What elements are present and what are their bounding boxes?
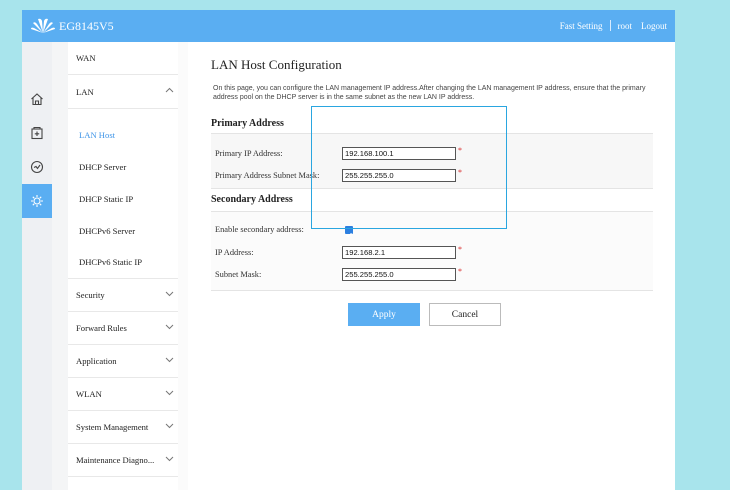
sidebar-item-maintenance-diagnosis[interactable]: Maintenance Diagno... <box>68 444 178 477</box>
secondary-ip-input[interactable]: 192.168.2.1 <box>342 246 456 259</box>
enable-secondary-checkbox[interactable] <box>345 226 353 238</box>
required-mark: * <box>458 146 462 155</box>
settings-gear-icon <box>31 195 43 207</box>
primary-ip-label: Primary IP Address: <box>215 149 283 158</box>
page-title: LAN Host Configuration <box>211 57 342 72</box>
sidebar-item-label: DHCPv6 Static IP <box>79 257 143 267</box>
sidebar-item-lan-host[interactable]: LAN Host <box>68 118 178 151</box>
huawei-logo-icon <box>31 18 55 33</box>
chevron-up-icon <box>165 87 174 93</box>
secondary-mask-label: Subnet Mask: <box>215 270 262 279</box>
fast-setting-link[interactable]: Fast Setting <box>560 21 603 31</box>
chevron-down-icon <box>165 291 174 297</box>
primary-mask-label: Primary Address Subnet Mask: <box>215 171 320 180</box>
secondary-ip-label: IP Address: <box>215 248 254 257</box>
primary-mask-input[interactable]: 255.255.255.0 <box>342 169 456 182</box>
sidebar-item-label: LAN <box>76 86 94 97</box>
enable-secondary-label: Enable secondary address: <box>215 225 304 234</box>
secondary-mask-input[interactable]: 255.255.255.0 <box>342 268 456 281</box>
user-link[interactable]: root <box>618 21 633 31</box>
sidebar-item-dhcp-static-ip[interactable]: DHCP Static IP <box>68 182 178 215</box>
brand: EG8145V5 <box>30 17 114 35</box>
sidebar-item-label: Forward Rules <box>76 323 127 333</box>
apply-button[interactable]: Apply <box>348 303 420 326</box>
sidebar-item-label: DHCP Static IP <box>79 193 134 204</box>
required-mark: * <box>458 245 462 254</box>
required-mark: * <box>458 267 462 276</box>
chevron-down-icon <box>165 390 174 396</box>
home-icon <box>31 93 43 106</box>
device-model: EG8145V5 <box>59 18 114 33</box>
sidebar-item-label: Security <box>76 290 105 300</box>
sidebar-gap <box>52 42 68 490</box>
sidebar-item-label: Maintenance Diagno... <box>76 455 155 465</box>
primary-address-title: Primary Address <box>211 118 284 129</box>
sidebar-item-label: DHCPv6 Server <box>79 225 136 236</box>
top-bar: EG8145V5 Fast Setting root Logout <box>22 10 675 42</box>
required-mark: * <box>458 168 462 177</box>
nav-home[interactable] <box>22 82 52 116</box>
chevron-down-icon <box>165 423 174 429</box>
sidebar-item-label: System Management <box>76 422 149 432</box>
chevron-down-icon <box>165 456 174 462</box>
sidebar-item-system-management[interactable]: System Management <box>68 411 178 444</box>
separator <box>609 20 611 31</box>
sidebar-item-wan[interactable]: WAN <box>68 42 178 75</box>
primary-ip-input[interactable]: 192.168.100.1 <box>342 147 456 160</box>
sidebar-item-label: LAN Host <box>79 129 116 140</box>
menu-sidebar: WAN LAN LAN Host DHCP Server DHCP Static… <box>68 42 178 490</box>
nav-settings[interactable] <box>22 184 52 218</box>
nav-advanced[interactable] <box>22 116 52 150</box>
sidebar-item-forward-rules[interactable]: Forward Rules <box>68 312 178 345</box>
sidebar-item-label: Application <box>76 356 117 366</box>
sidebar-item-wlan[interactable]: WLAN <box>68 378 178 411</box>
chevron-down-icon <box>165 357 174 363</box>
sidebar-item-dhcpv6-static-ip[interactable]: DHCPv6 Static IP <box>68 246 178 279</box>
plus-box-icon <box>31 126 43 140</box>
sidebar-item-label: WLAN <box>76 389 102 399</box>
top-links: Fast Setting root Logout <box>560 20 667 31</box>
icon-sidebar <box>22 42 52 490</box>
status-check-icon <box>30 160 44 174</box>
nav-status[interactable] <box>22 150 52 184</box>
chevron-down-icon <box>165 324 174 330</box>
logout-link[interactable]: Logout <box>641 21 667 31</box>
sidebar-edge <box>178 42 188 490</box>
page-description: On this page, you can configure the LAN … <box>213 85 646 101</box>
sidebar-item-label: WAN <box>76 53 96 63</box>
cancel-button[interactable]: Cancel <box>429 303 501 326</box>
sidebar-item-dhcpv6-server[interactable]: DHCPv6 Server <box>68 214 178 247</box>
checkmark-icon <box>346 232 352 238</box>
sidebar-item-lan[interactable]: LAN <box>68 75 178 109</box>
sidebar-item-label: DHCP Server <box>79 161 127 172</box>
sidebar-item-security[interactable]: Security <box>68 279 178 312</box>
secondary-address-title: Secondary Address <box>211 194 293 205</box>
sidebar-item-application[interactable]: Application <box>68 345 178 378</box>
sidebar-item-dhcp-server[interactable]: DHCP Server <box>68 150 178 183</box>
